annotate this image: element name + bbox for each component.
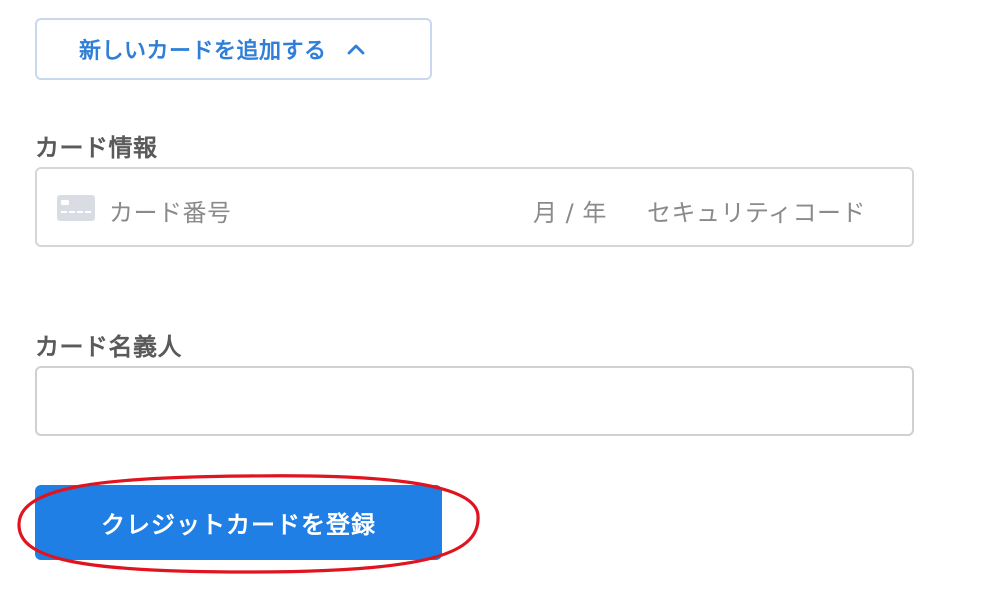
card-number-input[interactable]: カード番号 bbox=[109, 193, 232, 228]
card-info-field[interactable]: カード番号 月 / 年 セキュリティコード bbox=[35, 167, 914, 247]
card-holder-input[interactable] bbox=[35, 366, 914, 436]
card-expiry-input[interactable]: 月 / 年 bbox=[533, 193, 607, 228]
add-new-card-label: 新しいカードを追加する bbox=[79, 39, 327, 64]
register-credit-card-button[interactable]: クレジットカードを登録 bbox=[35, 485, 442, 560]
add-new-card-toggle-button[interactable]: 新しいカードを追加する bbox=[35, 18, 432, 80]
chevron-up-icon bbox=[345, 38, 367, 60]
card-info-label: カード情報 bbox=[35, 134, 158, 162]
card-holder-label: カード名義人 bbox=[35, 333, 182, 361]
card-security-code-input[interactable]: セキュリティコード bbox=[647, 193, 866, 228]
credit-card-icon bbox=[57, 195, 95, 221]
card-registration-form: 新しいカードを追加する カード情報 カード番号 月 / 年 セキュリティコード … bbox=[0, 0, 982, 601]
